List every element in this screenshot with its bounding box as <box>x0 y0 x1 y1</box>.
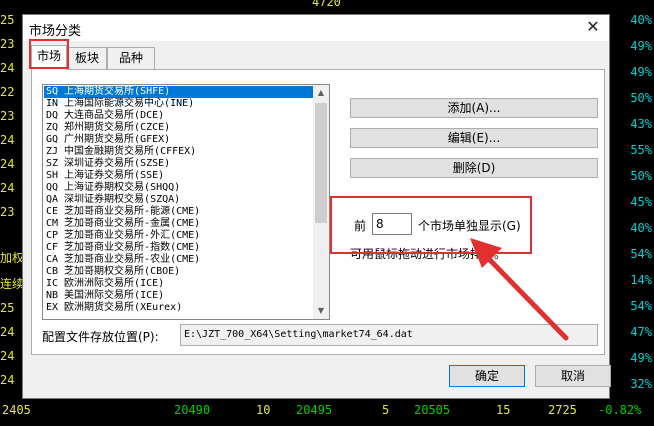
bg-right-cell: 47% <box>630 325 652 339</box>
bg-right-cell: 50% <box>630 169 652 183</box>
list-item[interactable]: CB 芝加哥期权交易所(CBOE) <box>44 266 314 278</box>
list-item[interactable]: EX 欧洲期货交易所(XEurex) <box>44 302 314 314</box>
background-left-column: 25 23 24 22 23 24 24 24 23 加权 连续 25 24 2… <box>0 0 25 426</box>
bg-right-cell: 49% <box>630 39 652 53</box>
background-top-row: 4720 <box>22 0 610 14</box>
bg-left-cell: 24 <box>0 373 15 387</box>
bg-left-cell: 23 <box>0 205 15 219</box>
bg-left-cell: 22 <box>0 85 15 99</box>
list-item[interactable]: GQ 广州期货交易所(GFEX) <box>44 134 314 146</box>
bg-right-cell: 49% <box>630 351 652 365</box>
bg-right-cell: 14% <box>630 273 652 287</box>
bg-bottom-cell: 10 <box>256 403 271 417</box>
list-item[interactable]: SQ 上海期货交易所(SHFE) <box>44 86 314 98</box>
drag-sort-hint: 可用鼠标拖动进行市场排序。 <box>350 247 507 261</box>
edit-button[interactable]: 编辑(E)... <box>350 128 598 148</box>
bg-right-cell: 49% <box>630 65 652 79</box>
market-listbox[interactable]: SQ 上海期货交易所(SHFE) IN 上海国际能源交易中心(INE) DQ 大… <box>42 84 330 320</box>
list-item[interactable]: CA 芝加哥商业交易所-农业(CME) <box>44 254 314 266</box>
list-scrollbar[interactable]: ▲ ▼ <box>313 85 329 319</box>
list-item[interactable]: DQ 大连商品交易所(DCE) <box>44 110 314 122</box>
tab-market[interactable]: 市场 <box>31 45 67 70</box>
delete-button[interactable]: 删除(D) <box>350 158 598 178</box>
bg-bottom-cell: 20505 <box>414 403 451 417</box>
bg-left-cell: 24 <box>0 349 15 363</box>
bg-bottom-cell: 20495 <box>296 403 333 417</box>
bg-left-cell: 25 <box>0 13 15 27</box>
bg-left-cell: 25 <box>0 301 15 315</box>
list-item[interactable]: QA 深圳证券期权交易(SZQA) <box>44 194 314 206</box>
bg-left-cell: 24 <box>0 133 15 147</box>
bg-right-cell: 50% <box>630 91 652 105</box>
config-path-label: 配置文件存放位置(P): <box>42 330 159 344</box>
bg-left-cell: 加权 <box>0 251 25 265</box>
market-list: SQ 上海期货交易所(SHFE) IN 上海国际能源交易中心(INE) DQ 大… <box>44 86 314 318</box>
bg-top-cell: 4720 <box>312 0 341 9</box>
market-category-dialog: 市场分类 ✕ 市场 板块 品种 SQ 上海期货交易所(SHFE) IN 上海国际… <box>22 14 611 399</box>
list-item[interactable]: SZ 深圳证券交易所(SZSE) <box>44 158 314 170</box>
background-right-column: 40% 49% 49% 50% 43% 55% 50% 45% 40% 54% … <box>610 0 654 426</box>
bg-left-cell: 24 <box>0 325 15 339</box>
list-item[interactable]: CF 芝加哥商业交易所-指数(CME) <box>44 242 314 254</box>
bg-bottom-cell: 2405 <box>2 403 31 417</box>
background-bottom-row: 2405 20490 10 20495 5 20505 15 2725 -0.8… <box>0 399 654 426</box>
count-suffix-label: 个市场单独显示(G) <box>418 219 521 233</box>
list-item[interactable]: SH 上海证券交易所(SSE) <box>44 170 314 182</box>
list-item[interactable]: IN 上海国际能源交易中心(INE) <box>44 98 314 110</box>
bg-right-cell: 43% <box>630 117 652 131</box>
tab-sector[interactable]: 板块 <box>67 47 107 69</box>
bg-bottom-cell: 20490 <box>174 403 211 417</box>
list-item[interactable]: QQ 上海证券期权交易(SHQQ) <box>44 182 314 194</box>
scroll-up-icon[interactable]: ▲ <box>313 85 329 101</box>
bg-left-cell: 23 <box>0 109 15 123</box>
scroll-down-icon[interactable]: ▼ <box>313 303 329 319</box>
bg-left-cell: 24 <box>0 61 15 75</box>
count-prefix-label: 前 <box>354 219 367 233</box>
list-item[interactable]: CE 芝加哥商业交易所-能源(CME) <box>44 206 314 218</box>
bg-right-cell: 55% <box>630 143 652 157</box>
bg-left-cell: 24 <box>0 181 15 195</box>
bg-right-cell: 54% <box>630 247 652 261</box>
bg-bottom-cell: 5 <box>382 403 390 417</box>
bg-right-cell: 32% <box>630 377 652 391</box>
list-item[interactable]: CM 芝加哥商业交易所-金属(CME) <box>44 218 314 230</box>
list-item[interactable]: NB 美国洲际交易所(ICE) <box>44 290 314 302</box>
separate-market-count-row: 前 个市场单独显示(G) <box>350 213 530 237</box>
list-item[interactable]: CP 芝加哥商业交易所-外汇(CME) <box>44 230 314 242</box>
bg-right-cell: 40% <box>630 221 652 235</box>
close-icon[interactable]: ✕ <box>583 17 603 37</box>
scroll-thumb[interactable] <box>315 103 327 223</box>
bg-right-cell: 40% <box>630 13 652 27</box>
bg-right-cell: 45% <box>630 195 652 209</box>
ok-button[interactable]: 确定 <box>449 365 525 387</box>
bg-left-cell: 24 <box>0 157 15 171</box>
add-button[interactable]: 添加(A)... <box>350 98 598 118</box>
title-bar: 市场分类 ✕ <box>23 15 609 41</box>
config-path-field[interactable]: E:\JZT_700_X64\Setting\market74_64.dat <box>180 324 598 346</box>
cancel-button[interactable]: 取消 <box>535 365 611 387</box>
tab-variety[interactable]: 品种 <box>107 47 155 69</box>
bg-bottom-cell: 15 <box>496 403 511 417</box>
bg-left-cell: 连续 <box>0 277 25 291</box>
bg-left-cell: 23 <box>0 37 15 51</box>
list-item[interactable]: ZQ 郑州期货交易所(CZCE) <box>44 122 314 134</box>
dialog-title: 市场分类 <box>29 24 82 39</box>
market-count-input[interactable] <box>372 213 412 235</box>
list-item[interactable]: IC 欧洲洲际交易所(ICE) <box>44 278 314 290</box>
list-item[interactable]: ZJ 中国金融期货交易所(CFFEX) <box>44 146 314 158</box>
bg-right-cell: 54% <box>630 299 652 313</box>
tab-panel: SQ 上海期货交易所(SHFE) IN 上海国际能源交易中心(INE) DQ 大… <box>31 69 605 355</box>
bg-bottom-cell: -0.82% <box>598 403 642 417</box>
bg-bottom-cell: 2725 <box>548 403 577 417</box>
